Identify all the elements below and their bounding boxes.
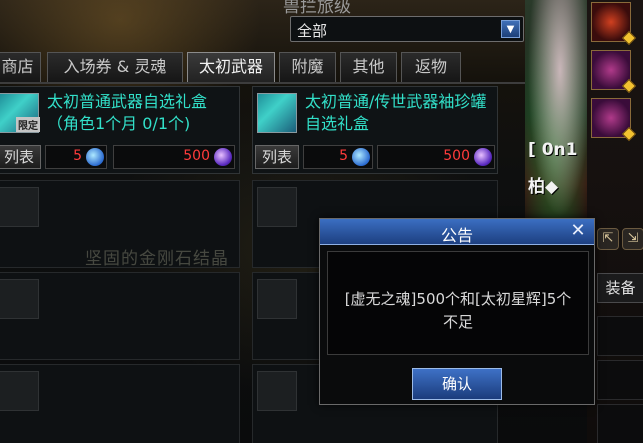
price-soul-2: 500 xyxy=(113,145,235,169)
skill-icon[interactable] xyxy=(591,50,637,94)
empty-slot xyxy=(257,279,297,319)
tab-enchant[interactable]: 附魔 xyxy=(279,52,336,82)
skill-icon[interactable] xyxy=(591,98,637,142)
tab-divider xyxy=(0,82,525,84)
expand-button[interactable]: ⇱ xyxy=(597,228,619,250)
item-name: 太初普通武器自选礼盒 （角色1个月 0/1个) xyxy=(47,92,208,133)
price-value: 500 xyxy=(443,148,470,164)
item-card[interactable]: 太初普通/传世武器袖珍罐自选礼盒 列表 5 500 xyxy=(252,86,498,174)
limited-badge: 限定 xyxy=(16,117,40,132)
empty-slot xyxy=(0,279,39,319)
dialog-title: 公告 xyxy=(440,226,473,245)
tab-return[interactable]: 返物 xyxy=(401,52,461,82)
dialog-title-bar: 公告 ✕ xyxy=(320,219,594,245)
notice-dialog: 公告 ✕ [虚无之魂]500个和[太初星辉]5个不足 确认 xyxy=(319,218,595,405)
tab-other[interactable]: 其他 xyxy=(340,52,397,82)
confirm-button[interactable]: 确认 xyxy=(412,368,502,400)
empty-item-card xyxy=(0,272,240,360)
shop-title: 兽拦旅级 xyxy=(283,0,351,17)
empty-slot xyxy=(257,187,297,227)
gift-box-icon xyxy=(257,93,297,133)
price-soul-2: 500 xyxy=(377,145,495,169)
dialog-message: [虚无之魂]500个和[太初星辉]5个不足 xyxy=(344,290,572,331)
void-soul-icon xyxy=(474,148,492,166)
skill-icon[interactable] xyxy=(591,2,637,46)
equipment-slot[interactable] xyxy=(597,316,643,356)
empty-slot xyxy=(257,371,297,411)
price-value: 5 xyxy=(73,148,82,164)
star-crystal-icon xyxy=(352,148,370,166)
star-crystal-icon xyxy=(86,148,104,166)
tab-shop[interactable]: 商店 xyxy=(0,52,41,82)
item-name: 太初普通/传世武器袖珍罐自选礼盒 xyxy=(305,92,487,133)
side-label: [ 0n1 xyxy=(528,140,578,160)
price-soul: 5 xyxy=(303,145,373,169)
item-card[interactable]: 限定 太初普通武器自选礼盒 （角色1个月 0/1个) 列表 5 500 xyxy=(0,86,240,174)
price-value: 5 xyxy=(339,148,348,164)
tab-primordial-weapons[interactable]: 太初武器 xyxy=(187,52,275,82)
empty-slot xyxy=(0,371,39,411)
empty-slot xyxy=(0,187,39,227)
side-label: 柏◆ xyxy=(528,177,559,197)
price-value: 500 xyxy=(183,148,210,164)
message-box: [虚无之魂]500个和[太初星辉]5个不足 xyxy=(327,251,589,355)
background-item-text: 坚固的金刚石结晶 xyxy=(85,249,229,269)
tab-tickets-souls[interactable]: 入场券 & 灵魂 xyxy=(47,52,183,82)
gift-box-icon: 限定 xyxy=(0,93,40,133)
chevron-down-icon[interactable]: ▼ xyxy=(501,20,520,38)
equipment-slot[interactable] xyxy=(597,360,643,400)
filter-value: 全部 xyxy=(297,22,328,40)
close-icon[interactable]: ✕ xyxy=(568,221,588,241)
price-soul: 5 xyxy=(45,145,107,169)
empty-item-card xyxy=(0,364,240,443)
tab-equipment[interactable]: 装备 xyxy=(597,273,643,303)
equipment-slot[interactable] xyxy=(597,404,643,443)
list-button[interactable]: 列表 xyxy=(255,145,299,169)
category-filter-dropdown[interactable]: 全部 ▼ xyxy=(290,16,524,42)
void-soul-icon xyxy=(214,148,232,166)
list-button[interactable]: 列表 xyxy=(0,145,41,169)
collapse-button[interactable]: ⇲ xyxy=(622,228,643,250)
